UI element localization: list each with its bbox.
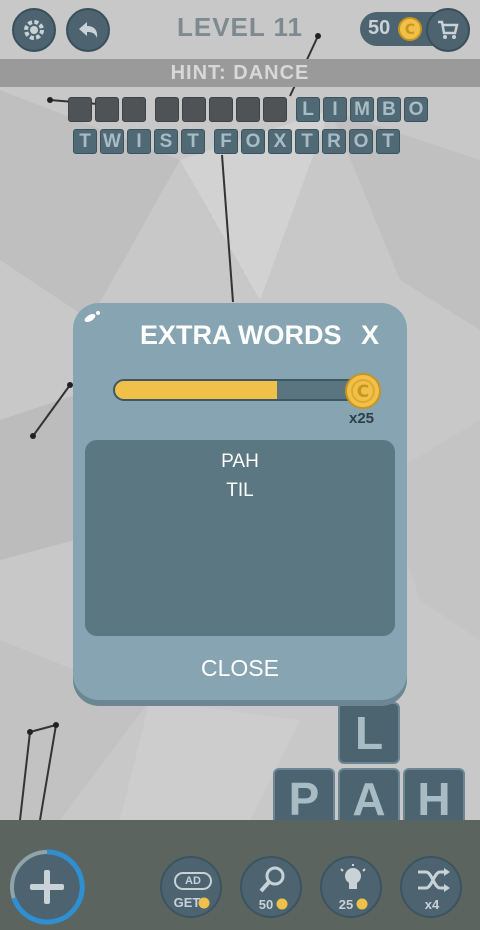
shine-icon bbox=[84, 311, 100, 322]
svg-text:C: C bbox=[357, 382, 369, 402]
reward-multiplier: x25 bbox=[349, 410, 375, 427]
extra-word-item: TIL bbox=[226, 480, 254, 501]
progress-fill bbox=[115, 381, 278, 399]
modal-close-x[interactable]: X bbox=[361, 320, 379, 351]
modal-close-button[interactable]: CLOSE bbox=[173, 652, 307, 684]
modal-title: EXTRA WORDS bbox=[140, 320, 342, 350]
extra-words-progress-bar bbox=[113, 379, 363, 401]
extra-word-item: PAH bbox=[221, 451, 259, 472]
coin-reward-icon: C bbox=[345, 373, 381, 409]
